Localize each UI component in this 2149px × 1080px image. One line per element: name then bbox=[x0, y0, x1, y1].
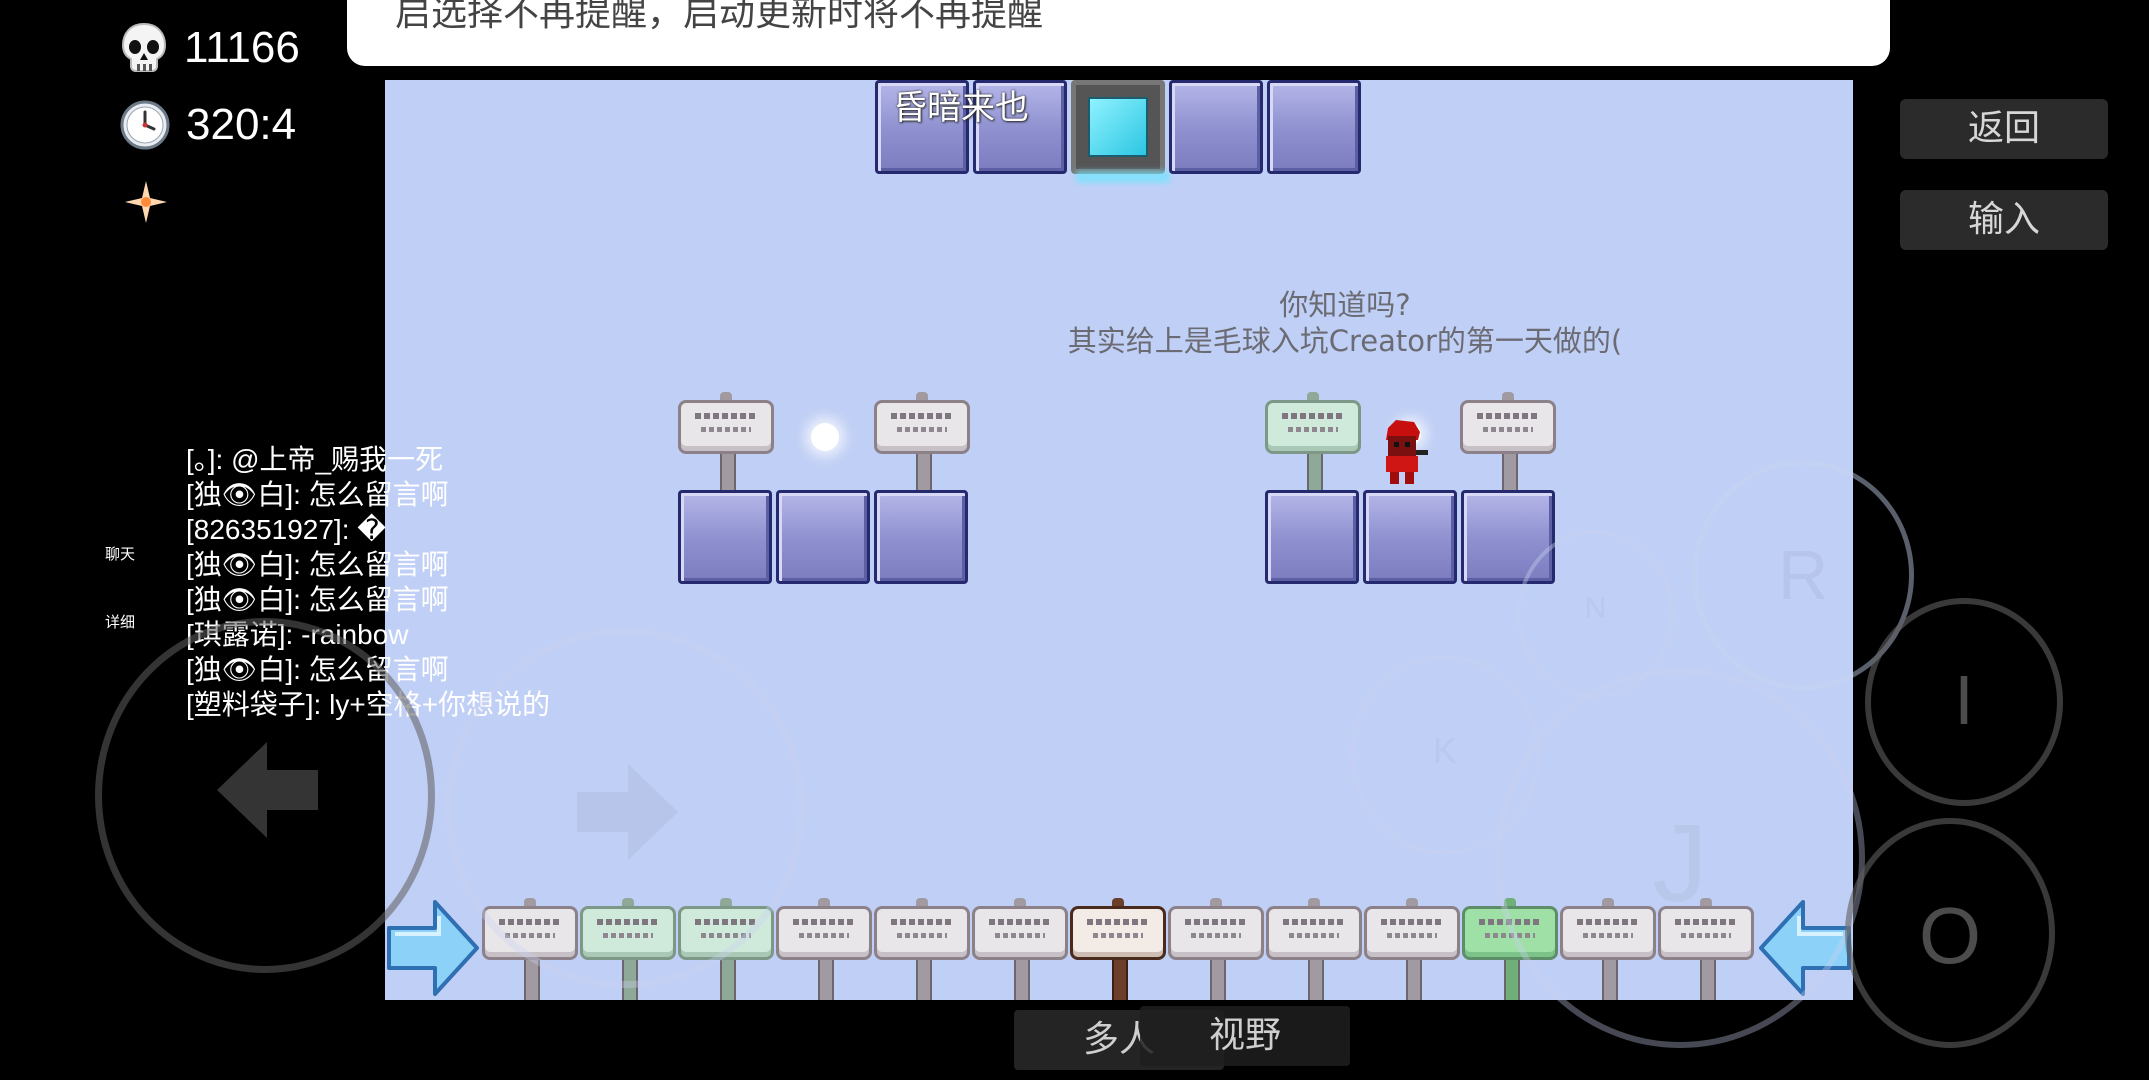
back-button[interactable]: 返回 bbox=[1900, 99, 2108, 159]
timer: 320:4 bbox=[120, 100, 296, 150]
sign-post-brown[interactable] bbox=[1070, 898, 1166, 1000]
death-count: 11166 bbox=[184, 23, 300, 72]
player-character bbox=[1386, 420, 1428, 484]
right-arrow-icon[interactable] bbox=[385, 898, 481, 998]
sign-post[interactable] bbox=[874, 392, 970, 494]
save-screen bbox=[1088, 97, 1148, 157]
input-button[interactable]: 输入 bbox=[1900, 190, 2108, 250]
sign-post-green[interactable] bbox=[1265, 392, 1361, 494]
sign-post[interactable] bbox=[1168, 898, 1264, 1000]
tip-line-2: 其实给上是毛球入坑Creator的第一天做的( bbox=[1067, 324, 1623, 358]
chat-message: [独👁白]: 怎么留言啊 bbox=[186, 479, 449, 510]
chat-message: [独👁白]: 怎么留言啊 bbox=[186, 584, 449, 615]
block bbox=[678, 490, 772, 584]
sign-post[interactable] bbox=[1364, 898, 1460, 1000]
sign-post[interactable] bbox=[972, 898, 1068, 1000]
right-arrow-icon bbox=[577, 764, 678, 860]
chat-message: [独👁白]: 怎么留言啊 bbox=[186, 549, 449, 580]
level-title: 昏暗来也 bbox=[893, 88, 1029, 128]
sign-post[interactable] bbox=[874, 898, 970, 1000]
j-label: J bbox=[1652, 802, 1708, 925]
r-label: R bbox=[1777, 536, 1829, 614]
sign-post[interactable] bbox=[1460, 392, 1556, 494]
chat-message: [。]: @上帝_赐我一死 bbox=[186, 444, 444, 475]
o-label: O bbox=[1918, 891, 1982, 980]
chat-message: [826351927]: � bbox=[186, 514, 386, 545]
left-arrow-icon bbox=[217, 742, 318, 838]
sparkle-icon bbox=[125, 181, 167, 223]
detail-tab[interactable]: 详细 bbox=[105, 611, 135, 632]
save-point bbox=[1071, 80, 1170, 183]
sign-post[interactable] bbox=[678, 392, 774, 494]
block bbox=[874, 490, 968, 584]
chat-tab[interactable]: 聊天 bbox=[105, 543, 135, 564]
sign-post[interactable] bbox=[776, 898, 872, 1000]
k-label: K bbox=[1432, 730, 1457, 771]
block bbox=[1265, 490, 1359, 584]
block bbox=[1267, 80, 1361, 174]
i-label: I bbox=[1954, 661, 1974, 739]
glowing-orb bbox=[811, 423, 839, 451]
block bbox=[1169, 80, 1263, 174]
sign-post[interactable] bbox=[1266, 898, 1362, 1000]
n-label: N bbox=[1584, 592, 1607, 625]
block bbox=[776, 490, 870, 584]
update-toast: 启选择不再提醒，启动更新时将不再提醒 bbox=[347, 0, 1890, 66]
death-counter: 11166 bbox=[120, 22, 300, 74]
skull-icon bbox=[121, 22, 167, 72]
view-button[interactable]: 视野 bbox=[1140, 1006, 1350, 1066]
clock-icon bbox=[120, 100, 170, 150]
time-value: 320:4 bbox=[186, 100, 297, 149]
save-glow bbox=[1076, 171, 1170, 183]
block bbox=[1363, 490, 1457, 584]
toast-text: 启选择不再提醒，启动更新时将不再提醒 bbox=[395, 0, 1044, 34]
